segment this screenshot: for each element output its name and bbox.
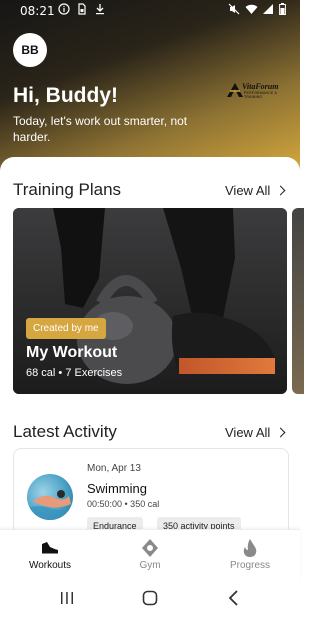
created-by-me-badge: Created by me [26, 318, 106, 339]
chevron-right-icon [275, 185, 286, 196]
chevron-right-icon [275, 427, 286, 438]
logo-tagline: PERFORMANCE & TRAINING [244, 91, 278, 99]
avatar[interactable]: BB [13, 33, 47, 67]
header-banner: 08:21 BB Hi, Buddy! Today, let's work ou… [0, 0, 300, 175]
mute-icon [228, 3, 240, 15]
view-all-label: View All [225, 425, 271, 440]
recent-apps-icon[interactable] [57, 588, 77, 608]
location-pin-icon [142, 539, 158, 557]
workout-title: My Workout [26, 344, 118, 361]
system-navigation-bar [0, 579, 300, 617]
latest-activity-title: Latest Activity [13, 422, 117, 441]
nav-tab-workouts[interactable]: Workouts [0, 530, 100, 580]
greeting-subtitle: Today, let's work out smarter, not harde… [13, 114, 188, 144]
home-icon[interactable] [140, 588, 160, 608]
battery-icon [279, 3, 286, 15]
activity-date: Mon, Apr 13 [87, 463, 141, 474]
workout-plan-card[interactable]: Created by me My Workout 68 cal • 7 Exer… [13, 208, 287, 394]
shoe-icon [42, 542, 58, 555]
view-all-label: View All [225, 183, 271, 198]
activity-meta: 00:50:00 • 350 cal [87, 499, 160, 509]
sim-icon [76, 3, 88, 15]
brand-logo: VitaForum PERFORMANCE & TRAINING [226, 82, 286, 100]
signal-icon [262, 3, 274, 15]
greeting-title: Hi, Buddy! [13, 84, 118, 107]
nav-tab-progress[interactable]: Progress [200, 530, 300, 580]
back-icon[interactable] [224, 588, 244, 608]
nav-label: Gym [139, 560, 161, 571]
nav-label: Progress [229, 560, 270, 571]
info-icon [58, 3, 70, 15]
download-icon [94, 3, 106, 15]
next-plan-card-peek[interactable] [292, 208, 304, 394]
training-plans-title: Training Plans [13, 180, 122, 199]
flame-icon [243, 539, 257, 557]
training-plans-view-all-button[interactable]: View All [225, 183, 286, 198]
wifi-icon [245, 3, 258, 15]
activity-card[interactable]: Mon, Apr 13 Swimming 00:50:00 • 350 cal … [13, 448, 289, 539]
status-time: 08:21 [20, 4, 55, 18]
bottom-navigation: Workouts Gym Progress [0, 529, 300, 580]
latest-activity-view-all-button[interactable]: View All [225, 425, 286, 440]
nav-label: Workouts [28, 560, 72, 571]
nav-tab-gym[interactable]: Gym [100, 530, 200, 580]
workout-meta: 68 cal • 7 Exercises [26, 367, 123, 379]
logo-name: VitaForum [242, 82, 279, 91]
activity-thumbnail [27, 474, 73, 520]
activity-name: Swimming [87, 481, 147, 496]
status-bar: 08:21 [0, 0, 300, 24]
